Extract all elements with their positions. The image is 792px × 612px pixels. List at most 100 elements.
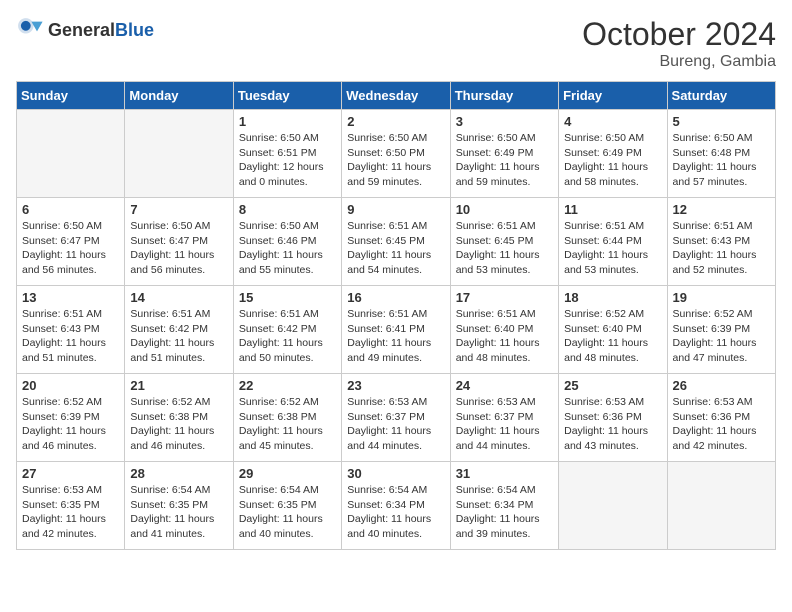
calendar-cell [559, 462, 667, 550]
weekday-header: Sunday [17, 82, 125, 110]
day-number: 30 [347, 466, 444, 481]
calendar-cell: 27 Sunrise: 6:53 AMSunset: 6:35 PMDayligh… [17, 462, 125, 550]
weekday-header: Monday [125, 82, 233, 110]
day-number: 10 [456, 202, 553, 217]
calendar-week-row: 1 Sunrise: 6:50 AMSunset: 6:51 PMDaylight… [17, 110, 776, 198]
day-number: 11 [564, 202, 661, 217]
day-number: 29 [239, 466, 336, 481]
logo: General Blue [16, 16, 154, 44]
day-number: 28 [130, 466, 227, 481]
day-number: 3 [456, 114, 553, 129]
cell-info: Sunrise: 6:50 AMSunset: 6:49 PMDaylight:… [564, 131, 661, 190]
day-number: 15 [239, 290, 336, 305]
day-number: 2 [347, 114, 444, 129]
calendar-cell [17, 110, 125, 198]
day-number: 21 [130, 378, 227, 393]
day-number: 31 [456, 466, 553, 481]
logo-blue: Blue [115, 21, 154, 39]
calendar-cell: 29 Sunrise: 6:54 AMSunset: 6:35 PMDayligh… [233, 462, 341, 550]
calendar-week-row: 6 Sunrise: 6:50 AMSunset: 6:47 PMDaylight… [17, 198, 776, 286]
cell-info: Sunrise: 6:54 AMSunset: 6:34 PMDaylight:… [347, 483, 444, 542]
day-number: 18 [564, 290, 661, 305]
calendar-cell: 14 Sunrise: 6:51 AMSunset: 6:42 PMDayligh… [125, 286, 233, 374]
calendar-cell: 25 Sunrise: 6:53 AMSunset: 6:36 PMDayligh… [559, 374, 667, 462]
cell-info: Sunrise: 6:50 AMSunset: 6:50 PMDaylight:… [347, 131, 444, 190]
weekday-header: Thursday [450, 82, 558, 110]
calendar-cell: 24 Sunrise: 6:53 AMSunset: 6:37 PMDayligh… [450, 374, 558, 462]
calendar-cell: 6 Sunrise: 6:50 AMSunset: 6:47 PMDaylight… [17, 198, 125, 286]
calendar-table: SundayMondayTuesdayWednesdayThursdayFrid… [16, 81, 776, 550]
calendar-cell: 30 Sunrise: 6:54 AMSunset: 6:34 PMDayligh… [342, 462, 450, 550]
weekday-header: Saturday [667, 82, 775, 110]
calendar-cell: 8 Sunrise: 6:50 AMSunset: 6:46 PMDaylight… [233, 198, 341, 286]
cell-info: Sunrise: 6:54 AMSunset: 6:35 PMDaylight:… [130, 483, 227, 542]
cell-info: Sunrise: 6:51 AMSunset: 6:42 PMDaylight:… [239, 307, 336, 366]
calendar-cell: 4 Sunrise: 6:50 AMSunset: 6:49 PMDaylight… [559, 110, 667, 198]
day-number: 20 [22, 378, 119, 393]
day-number: 4 [564, 114, 661, 129]
calendar-cell: 21 Sunrise: 6:52 AMSunset: 6:38 PMDayligh… [125, 374, 233, 462]
calendar-cell: 15 Sunrise: 6:51 AMSunset: 6:42 PMDayligh… [233, 286, 341, 374]
cell-info: Sunrise: 6:52 AMSunset: 6:39 PMDaylight:… [22, 395, 119, 454]
day-number: 22 [239, 378, 336, 393]
calendar-cell: 23Sunrise: 6:53 AMSunset: 6:37 PMDayligh… [342, 374, 450, 462]
cell-info: Sunrise: 6:51 AMSunset: 6:45 PMDaylight:… [347, 219, 444, 278]
cell-info: Sunrise: 6:52 AMSunset: 6:38 PMDaylight:… [130, 395, 227, 454]
day-number: 19 [673, 290, 770, 305]
cell-info: Sunrise: 6:50 AMSunset: 6:47 PMDaylight:… [130, 219, 227, 278]
cell-info: Sunrise: 6:54 AMSunset: 6:34 PMDaylight:… [456, 483, 553, 542]
cell-info: Sunrise: 6:52 AMSunset: 6:38 PMDaylight:… [239, 395, 336, 454]
day-number: 24 [456, 378, 553, 393]
calendar-cell: 26Sunrise: 6:53 AMSunset: 6:36 PMDayligh… [667, 374, 775, 462]
calendar-cell: 11 Sunrise: 6:51 AMSunset: 6:44 PMDayligh… [559, 198, 667, 286]
day-number: 6 [22, 202, 119, 217]
cell-info: Sunrise: 6:51 AMSunset: 6:44 PMDaylight:… [564, 219, 661, 278]
day-number: 23 [347, 378, 444, 393]
calendar-cell: 5Sunrise: 6:50 AMSunset: 6:48 PMDaylight… [667, 110, 775, 198]
day-number: 26 [673, 378, 770, 393]
calendar-cell: 20 Sunrise: 6:52 AMSunset: 6:39 PMDayligh… [17, 374, 125, 462]
cell-info: Sunrise: 6:52 AMSunset: 6:39 PMDaylight:… [673, 307, 770, 366]
cell-info: Sunrise: 6:53 AMSunset: 6:37 PMDaylight:… [456, 395, 553, 454]
logo-text: General Blue [48, 21, 154, 39]
calendar-cell: 28 Sunrise: 6:54 AMSunset: 6:35 PMDayligh… [125, 462, 233, 550]
cell-info: Sunrise: 6:50 AMSunset: 6:51 PMDaylight:… [239, 131, 336, 190]
cell-info: Sunrise: 6:53 AMSunset: 6:35 PMDaylight:… [22, 483, 119, 542]
calendar-cell: 16Sunrise: 6:51 AMSunset: 6:41 PMDayligh… [342, 286, 450, 374]
month-title: October 2024 [582, 16, 776, 53]
day-number: 17 [456, 290, 553, 305]
day-number: 1 [239, 114, 336, 129]
cell-info: Sunrise: 6:54 AMSunset: 6:35 PMDaylight:… [239, 483, 336, 542]
day-number: 27 [22, 466, 119, 481]
weekday-header: Tuesday [233, 82, 341, 110]
logo-general: General [48, 21, 115, 39]
day-number: 16 [347, 290, 444, 305]
cell-info: Sunrise: 6:50 AMSunset: 6:49 PMDaylight:… [456, 131, 553, 190]
day-number: 5 [673, 114, 770, 129]
calendar-cell: 13 Sunrise: 6:51 AMSunset: 6:43 PMDayligh… [17, 286, 125, 374]
calendar-cell: 12Sunrise: 6:51 AMSunset: 6:43 PMDayligh… [667, 198, 775, 286]
cell-info: Sunrise: 6:50 AMSunset: 6:46 PMDaylight:… [239, 219, 336, 278]
day-number: 14 [130, 290, 227, 305]
calendar-cell: 9 Sunrise: 6:51 AMSunset: 6:45 PMDaylight… [342, 198, 450, 286]
calendar-cell [125, 110, 233, 198]
cell-info: Sunrise: 6:52 AMSunset: 6:40 PMDaylight:… [564, 307, 661, 366]
day-number: 13 [22, 290, 119, 305]
calendar-week-row: 20 Sunrise: 6:52 AMSunset: 6:39 PMDayligh… [17, 374, 776, 462]
calendar-cell: 22 Sunrise: 6:52 AMSunset: 6:38 PMDayligh… [233, 374, 341, 462]
day-number: 12 [673, 202, 770, 217]
day-number: 8 [239, 202, 336, 217]
calendar-cell: 3 Sunrise: 6:50 AMSunset: 6:49 PMDaylight… [450, 110, 558, 198]
cell-info: Sunrise: 6:51 AMSunset: 6:45 PMDaylight:… [456, 219, 553, 278]
page-header: General Blue October 2024 Bureng, Gambia [16, 16, 776, 71]
calendar-cell: 7Sunrise: 6:50 AMSunset: 6:47 PMDaylight… [125, 198, 233, 286]
day-number: 25 [564, 378, 661, 393]
cell-info: Sunrise: 6:51 AMSunset: 6:42 PMDaylight:… [130, 307, 227, 366]
cell-info: Sunrise: 6:51 AMSunset: 6:43 PMDaylight:… [22, 307, 119, 366]
calendar-header-row: SundayMondayTuesdayWednesdayThursdayFrid… [17, 82, 776, 110]
calendar-cell: 17Sunrise: 6:51 AMSunset: 6:40 PMDayligh… [450, 286, 558, 374]
cell-info: Sunrise: 6:53 AMSunset: 6:36 PMDaylight:… [564, 395, 661, 454]
day-number: 9 [347, 202, 444, 217]
cell-info: Sunrise: 6:50 AMSunset: 6:47 PMDaylight:… [22, 219, 119, 278]
calendar-cell: 10 Sunrise: 6:51 AMSunset: 6:45 PMDayligh… [450, 198, 558, 286]
